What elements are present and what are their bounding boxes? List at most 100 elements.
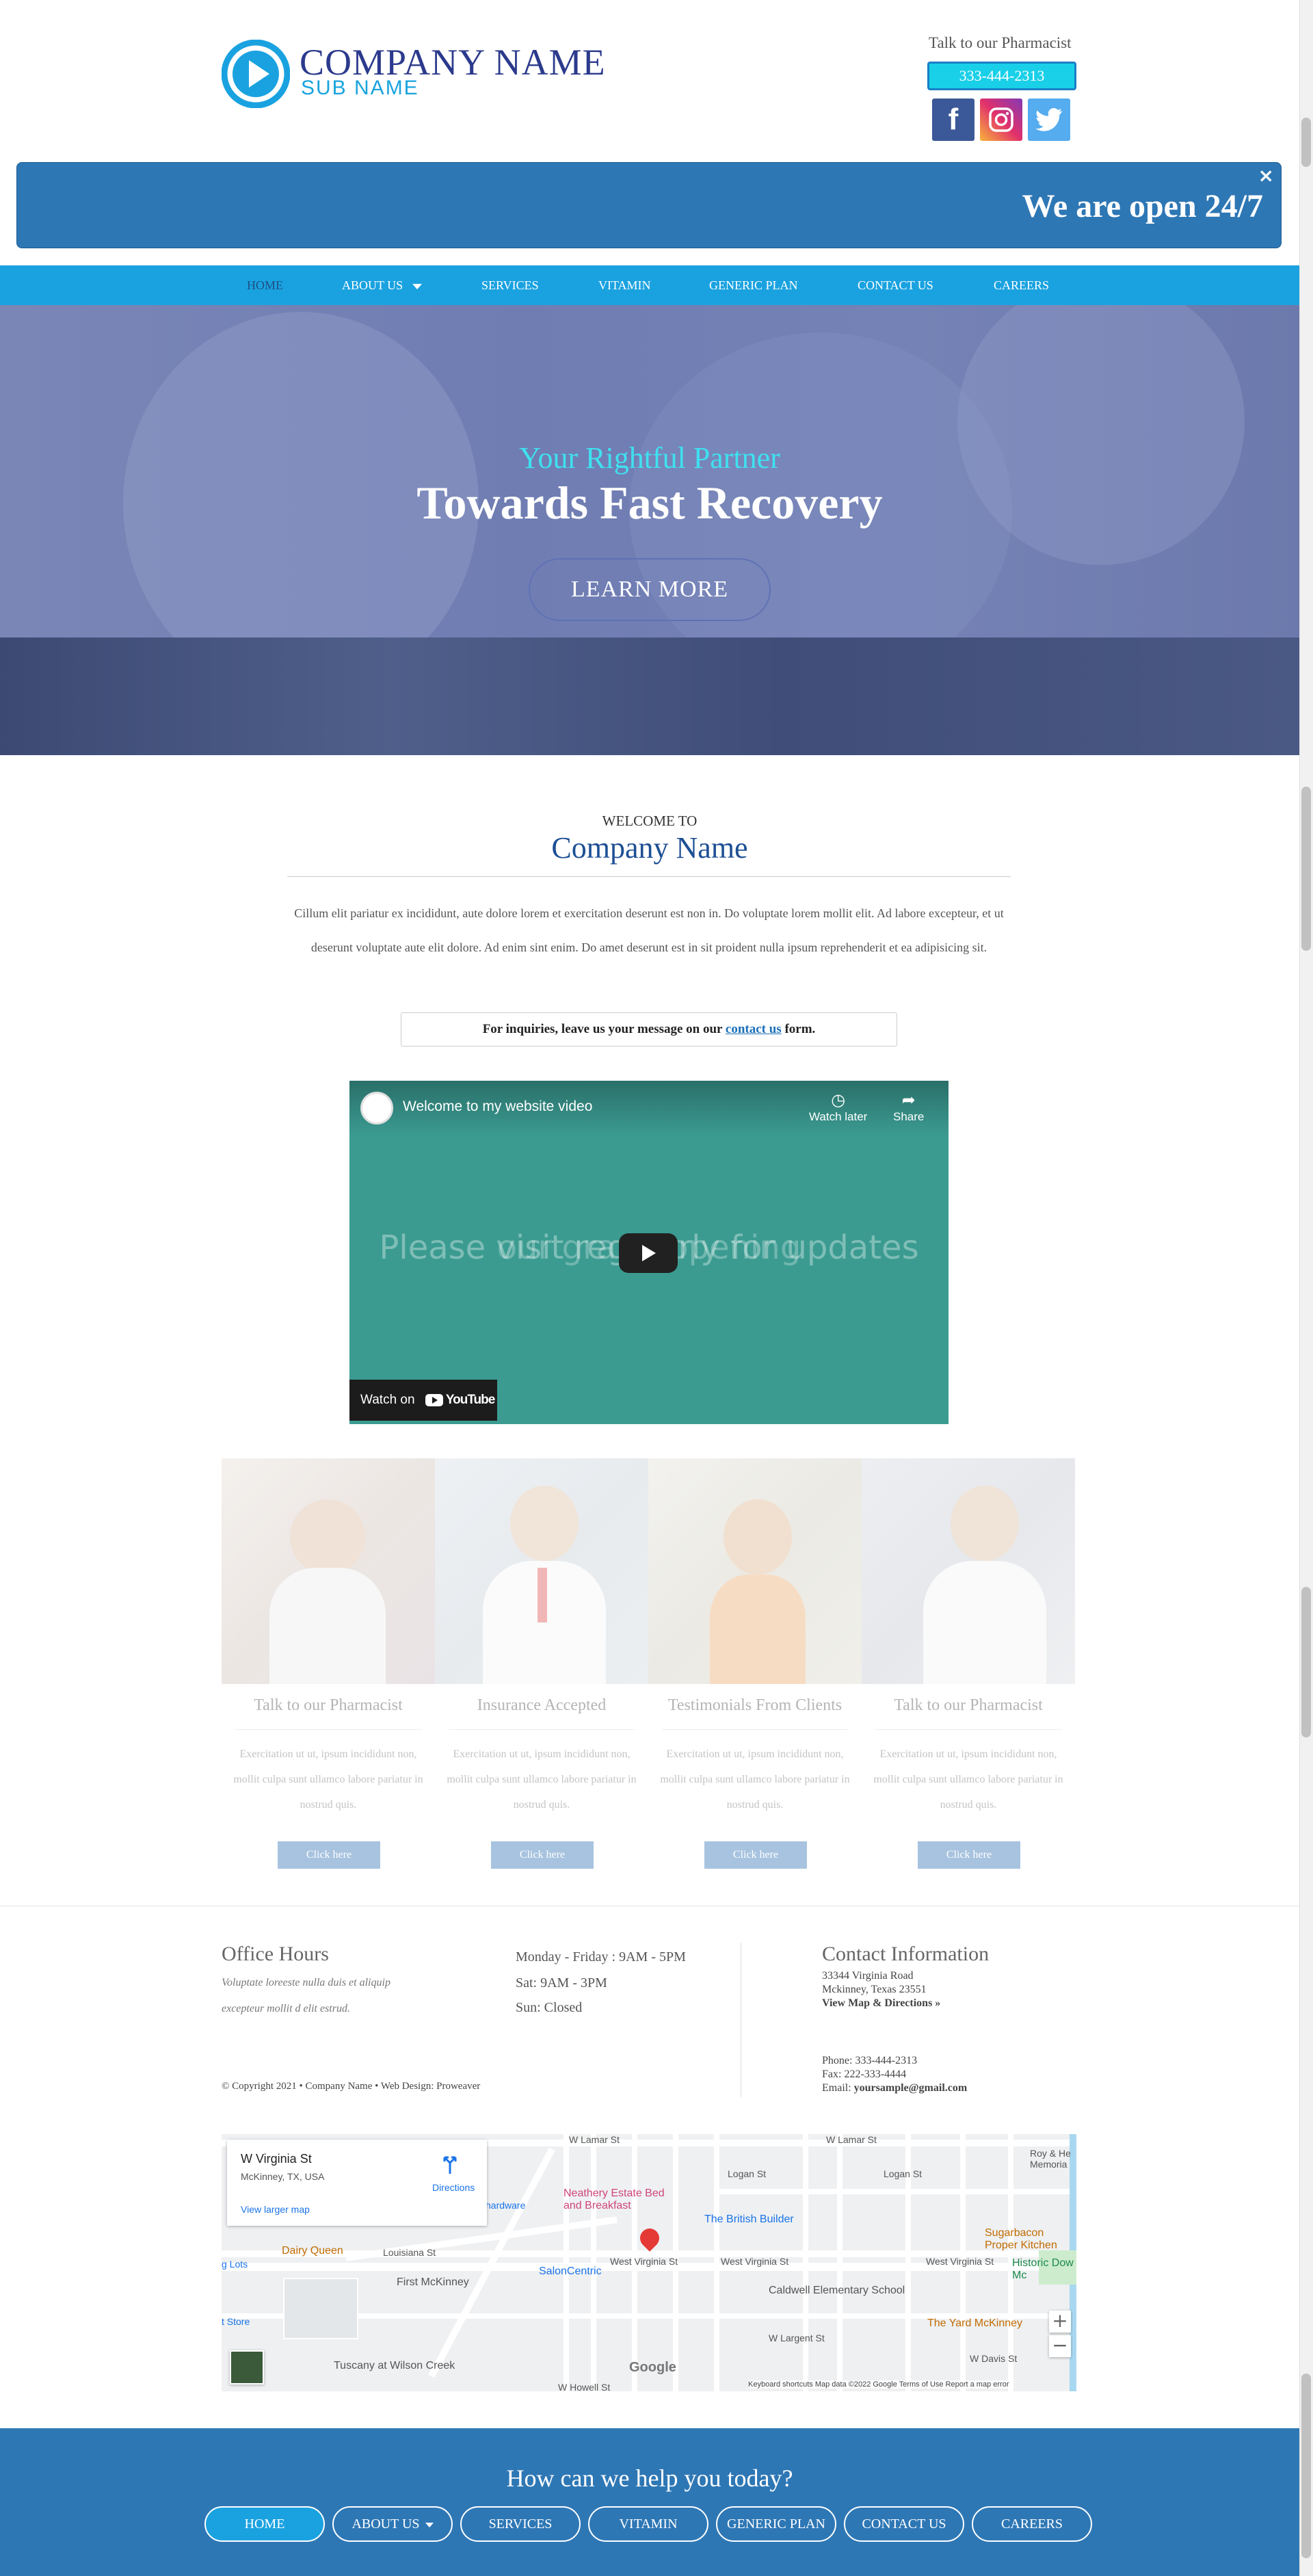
video-title[interactable]: Welcome to my website video <box>403 1099 592 1115</box>
scrollbar-thumb[interactable] <box>1301 2374 1311 2558</box>
scrollbar-thumb[interactable] <box>1301 787 1311 951</box>
footer-nav-contact-us[interactable]: CONTACT US <box>844 2506 964 2542</box>
map-road <box>803 2134 808 2391</box>
footer-nav-services[interactable]: SERVICES <box>460 2506 581 2542</box>
map-place-title: W Virginia St <box>241 2152 312 2166</box>
map-street-label: Louisiana St <box>383 2247 436 2258</box>
map-poi-british-builder[interactable]: The British Builder <box>704 2213 794 2226</box>
hours-weekday: Monday - Friday : 9AM - 5PM <box>516 1949 686 1964</box>
map-place-card: W Virginia St McKinney, TX, USA View lar… <box>227 2140 487 2226</box>
play-icon[interactable] <box>619 1233 678 1273</box>
main-navigation: HOME ABOUT US SERVICES VITAMIN GENERIC P… <box>0 265 1299 305</box>
embedded-map[interactable]: W Lamar St W Lamar St Logan St Logan St … <box>222 2134 1076 2391</box>
close-icon[interactable]: × <box>1258 164 1274 187</box>
facebook-icon[interactable]: f <box>932 98 974 141</box>
map-poi-sugarbacon[interactable]: Sugarbacon Proper Kitchen <box>985 2227 1074 2252</box>
click-here-button[interactable]: Click here <box>918 1841 1020 1869</box>
map-poi-first-mckinney[interactable]: First McKinney <box>397 2276 469 2289</box>
contact-us-link[interactable]: contact us <box>726 1022 782 1036</box>
map-street-label: W Davis St <box>970 2353 1018 2364</box>
map-poi-neathery[interactable]: Neathery Estate Bed and Breakfast <box>563 2187 666 2212</box>
contact-email: Email: yoursample@gmail.com <box>822 2082 967 2094</box>
company-logo-icon[interactable] <box>222 40 290 108</box>
map-footer-links[interactable]: Keyboard shortcuts Map data ©2022 Google… <box>748 2380 1009 2389</box>
map-street-label: W Lamar St <box>569 2134 620 2145</box>
map-place-subtitle: McKinney, TX, USA <box>241 2171 325 2182</box>
map-road <box>714 2134 719 2391</box>
contact-phone: Phone: 333-444-2313 <box>822 2055 918 2066</box>
nav-item-home[interactable]: HOME <box>247 265 283 305</box>
satellite-toggle-button[interactable] <box>230 2350 264 2384</box>
youtube-wordmark: YouTube <box>445 1393 495 1407</box>
twitter-icon[interactable] <box>1028 98 1070 141</box>
map-poi-memorial[interactable]: Roy & He Memoria <box>1030 2148 1076 2170</box>
page-scrollbar[interactable] <box>1299 0 1313 2576</box>
caret-down-icon <box>412 283 423 289</box>
divider <box>235 1729 421 1730</box>
company-sub-name: SUB NAME <box>301 77 419 99</box>
email-link[interactable]: yoursample@gmail.com <box>854 2082 968 2094</box>
view-map-link[interactable]: View Map & Directions » <box>822 1997 940 2010</box>
feature-title: Insurance Accepted <box>477 1696 607 1714</box>
hours-saturday: Sat: 9AM - 3PM <box>516 1975 607 1990</box>
click-here-button[interactable]: Click here <box>491 1841 594 1869</box>
nav-item-vitamin[interactable]: VITAMIN <box>598 265 651 305</box>
map-street-label: West Virginia St <box>926 2256 994 2267</box>
map-road <box>837 2134 843 2391</box>
video-embed[interactable]: Welcome to my website video ◷ Watch late… <box>349 1081 949 1424</box>
google-logo: Google <box>629 2360 676 2375</box>
map-poi-historic-downtown[interactable]: Historic Dow Mc <box>1012 2257 1076 2282</box>
feature-text: Exercitation ut ut, ipsum incididunt non… <box>447 1748 637 1811</box>
phone-button[interactable]: 333-444-2313 <box>927 62 1076 90</box>
hours-sunday: Sun: Closed <box>516 2000 583 2015</box>
zoom-out-button[interactable]: − <box>1049 2335 1071 2357</box>
nav-item-contact-us[interactable]: CONTACT US <box>858 265 933 305</box>
feature-title: Talk to our Pharmacist <box>894 1696 1043 1714</box>
map-street-label: Logan St <box>884 2168 923 2179</box>
talk-to-pharmacist-label: Talk to our Pharmacist <box>929 34 1072 51</box>
footer-nav-home[interactable]: HOME <box>204 2506 325 2542</box>
directions-icon[interactable] <box>443 2153 457 2174</box>
directions-link[interactable]: Directions <box>432 2182 475 2193</box>
contact-info-title: Contact Information <box>822 1943 990 1965</box>
share-button[interactable]: ➦ Share <box>893 1090 924 1124</box>
footer-nav-about-us[interactable]: ABOUT US <box>332 2506 453 2542</box>
map-poi-yard-mckinney[interactable]: The Yard McKinney <box>927 2317 1022 2330</box>
scrollbar-thumb[interactable] <box>1301 1587 1311 1737</box>
map-poi-big-lots[interactable]: g Lots <box>222 2259 248 2270</box>
view-larger-map-link[interactable]: View larger map <box>241 2204 310 2215</box>
inquiry-text: For inquiries, leave us your message on … <box>482 1022 726 1036</box>
map-marker-icon[interactable] <box>636 2224 663 2252</box>
footer-nav-generic-plan[interactable]: GENERIC PLAN <box>716 2506 836 2542</box>
welcome-paragraph: Cillum elit pariatur ex incididunt, aute… <box>294 906 1004 954</box>
address-line-1: 33344 Virginia Road <box>822 1970 914 1982</box>
zoom-in-button[interactable]: + <box>1049 2311 1071 2332</box>
feature-title: Talk to our Pharmacist <box>254 1696 403 1714</box>
map-poi-hardware[interactable]: hardware <box>486 2200 525 2211</box>
nav-item-label: ABOUT US <box>342 278 403 292</box>
nav-item-about-us[interactable]: ABOUT US <box>342 265 423 305</box>
click-here-button[interactable]: Click here <box>278 1841 380 1869</box>
map-poi-tuscany[interactable]: Tuscany at Wilson Creek <box>334 2360 455 2372</box>
divider <box>287 876 1011 877</box>
hero-title: Towards Fast Recovery <box>416 477 883 529</box>
map-poi-saloncentric[interactable]: SalonCentric <box>539 2265 602 2278</box>
click-here-button[interactable]: Click here <box>704 1841 807 1869</box>
scrollbar-thumb[interactable] <box>1301 118 1311 167</box>
nav-item-careers[interactable]: CAREERS <box>994 265 1049 305</box>
feature-text: Exercitation ut ut, ipsum incididunt non… <box>873 1748 1063 1811</box>
instagram-icon[interactable] <box>980 98 1022 141</box>
map-poi-dairy-queen[interactable]: Dairy Queen <box>282 2245 343 2257</box>
learn-more-button[interactable]: LEARN MORE <box>529 558 771 621</box>
footer-nav-careers[interactable]: CAREERS <box>972 2506 1092 2542</box>
watch-on-youtube-button[interactable]: Watch on YouTube <box>349 1380 497 1421</box>
office-hours-title: Office Hours <box>222 1943 329 1965</box>
footer-nav-vitamin[interactable]: VITAMIN <box>588 2506 708 2542</box>
watch-later-button[interactable]: ◷ Watch later <box>809 1090 867 1124</box>
channel-avatar[interactable] <box>360 1092 393 1125</box>
nav-item-services[interactable]: SERVICES <box>481 265 539 305</box>
map-poi-store[interactable]: t Store <box>222 2316 250 2327</box>
office-hours-note: Voluptate loreeste nulla duis et aliquip… <box>222 1977 390 2014</box>
map-poi-caldwell-school[interactable]: Caldwell Elementary School <box>769 2285 905 2297</box>
nav-item-generic-plan[interactable]: GENERIC PLAN <box>709 265 798 305</box>
